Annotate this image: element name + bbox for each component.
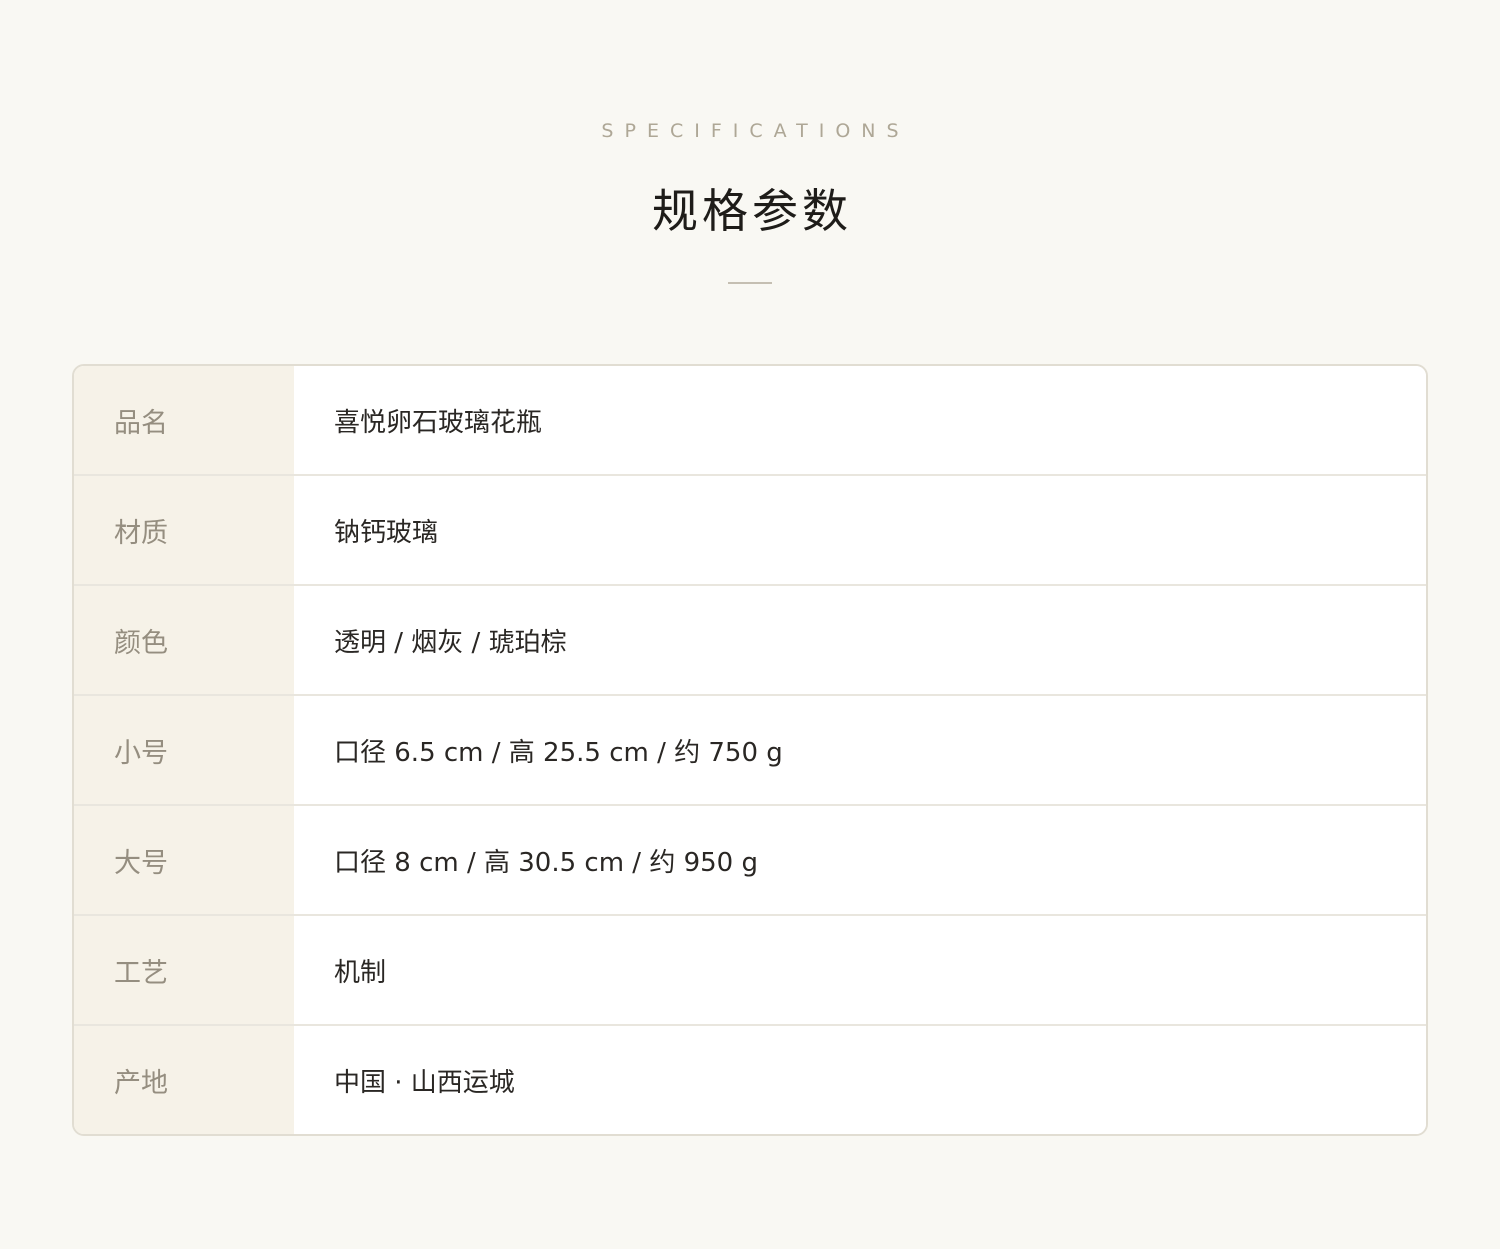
spec-label: 大号 bbox=[74, 806, 294, 914]
spec-label: 小号 bbox=[74, 696, 294, 804]
spec-value: 透明 / 烟灰 / 琥珀棕 bbox=[294, 586, 1426, 694]
spec-row-color: 颜色 透明 / 烟灰 / 琥珀棕 bbox=[74, 584, 1426, 694]
spec-label: 产地 bbox=[74, 1026, 294, 1134]
specifications-page: SPECIFICATIONS 规格参数 品名 喜悦卵石玻璃花瓶 材质 钠钙玻璃 … bbox=[0, 0, 1500, 1249]
spec-value: 口径 6.5 cm / 高 25.5 cm / 约 750 g bbox=[294, 696, 1426, 804]
spec-table: 品名 喜悦卵石玻璃花瓶 材质 钠钙玻璃 颜色 透明 / 烟灰 / 琥珀棕 小号 … bbox=[72, 364, 1428, 1136]
spec-label: 材质 bbox=[74, 476, 294, 584]
spec-row-large-size: 大号 口径 8 cm / 高 30.5 cm / 约 950 g bbox=[74, 804, 1426, 914]
section-title: 规格参数 bbox=[652, 184, 852, 238]
spec-label: 工艺 bbox=[74, 916, 294, 1024]
spec-value: 中国 · 山西运城 bbox=[294, 1026, 1426, 1134]
spec-row-name: 品名 喜悦卵石玻璃花瓶 bbox=[74, 366, 1426, 474]
spec-row-craft: 工艺 机制 bbox=[74, 914, 1426, 1024]
spec-row-material: 材质 钠钙玻璃 bbox=[74, 474, 1426, 584]
spec-label: 品名 bbox=[74, 366, 294, 474]
title-divider bbox=[728, 282, 772, 284]
spec-value: 机制 bbox=[294, 916, 1426, 1024]
spec-value: 喜悦卵石玻璃花瓶 bbox=[294, 366, 1426, 474]
spec-row-origin: 产地 中国 · 山西运城 bbox=[74, 1024, 1426, 1134]
section-eyebrow: SPECIFICATIONS bbox=[601, 120, 910, 142]
spec-label: 颜色 bbox=[74, 586, 294, 694]
spec-value: 口径 8 cm / 高 30.5 cm / 约 950 g bbox=[294, 806, 1426, 914]
spec-row-small-size: 小号 口径 6.5 cm / 高 25.5 cm / 约 750 g bbox=[74, 694, 1426, 804]
spec-value: 钠钙玻璃 bbox=[294, 476, 1426, 584]
